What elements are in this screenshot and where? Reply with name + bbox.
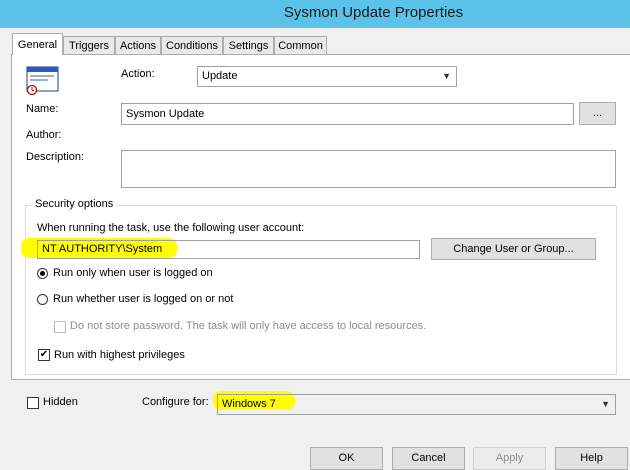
radio-selected-dot: [40, 271, 45, 276]
browse-button[interactable]: ...: [579, 102, 616, 125]
hidden-label: Hidden: [43, 396, 78, 408]
checkmark-icon: ✔: [39, 349, 49, 360]
configure-for-select[interactable]: Windows 7 ▼: [217, 394, 616, 415]
tab-general[interactable]: General: [12, 33, 63, 55]
author-label: Author:: [26, 129, 62, 141]
configure-for-label: Configure for:: [142, 396, 209, 408]
description-label: Description:: [26, 151, 85, 163]
tab-settings[interactable]: Settings: [223, 36, 274, 54]
action-label: Action:: [121, 68, 155, 80]
account-prompt: When running the task, use the following…: [37, 222, 305, 234]
no-store-password-checkbox[interactable]: [54, 321, 66, 333]
description-field[interactable]: [121, 150, 616, 188]
highest-privileges-label: Run with highest privileges: [54, 349, 185, 361]
action-select-value: Update: [202, 70, 238, 82]
window-title: Sysmon Update Properties: [283, 4, 464, 21]
radio-logged-on-label: Run only when user is logged on: [53, 267, 213, 279]
radio-whether-logged-on-label: Run whether user is logged on or not: [53, 293, 234, 305]
radio-whether-logged-on[interactable]: [37, 294, 48, 305]
chevron-down-icon: ▼: [442, 71, 451, 81]
name-label: Name:: [26, 103, 59, 115]
action-select[interactable]: Update ▼: [197, 66, 457, 87]
highest-privileges-checkbox[interactable]: ✔: [38, 349, 50, 361]
ok-button[interactable]: OK: [310, 447, 383, 470]
tab-common[interactable]: Common: [274, 36, 327, 54]
apply-button[interactable]: Apply: [473, 447, 546, 470]
tab-actions[interactable]: Actions: [115, 36, 161, 54]
cancel-button[interactable]: Cancel: [392, 447, 465, 470]
name-field[interactable]: Sysmon Update: [121, 103, 574, 125]
chevron-down-icon: ▼: [601, 399, 610, 409]
configure-for-value: Windows 7: [222, 398, 276, 410]
security-options-label: Security options: [32, 198, 117, 210]
hidden-checkbox[interactable]: [27, 397, 39, 409]
tab-triggers[interactable]: Triggers: [63, 36, 115, 54]
help-button[interactable]: Help: [555, 447, 628, 470]
user-account-value: NT AUTHORITY\System: [42, 243, 163, 255]
no-store-password-label: Do not store password. The task will onl…: [70, 320, 427, 332]
tab-conditions[interactable]: Conditions: [161, 36, 223, 54]
radio-logged-on[interactable]: [37, 268, 48, 279]
change-user-button[interactable]: Change User or Group...: [431, 238, 596, 260]
task-window-icon: [26, 66, 60, 96]
user-account-field[interactable]: NT AUTHORITY\System: [37, 240, 420, 259]
